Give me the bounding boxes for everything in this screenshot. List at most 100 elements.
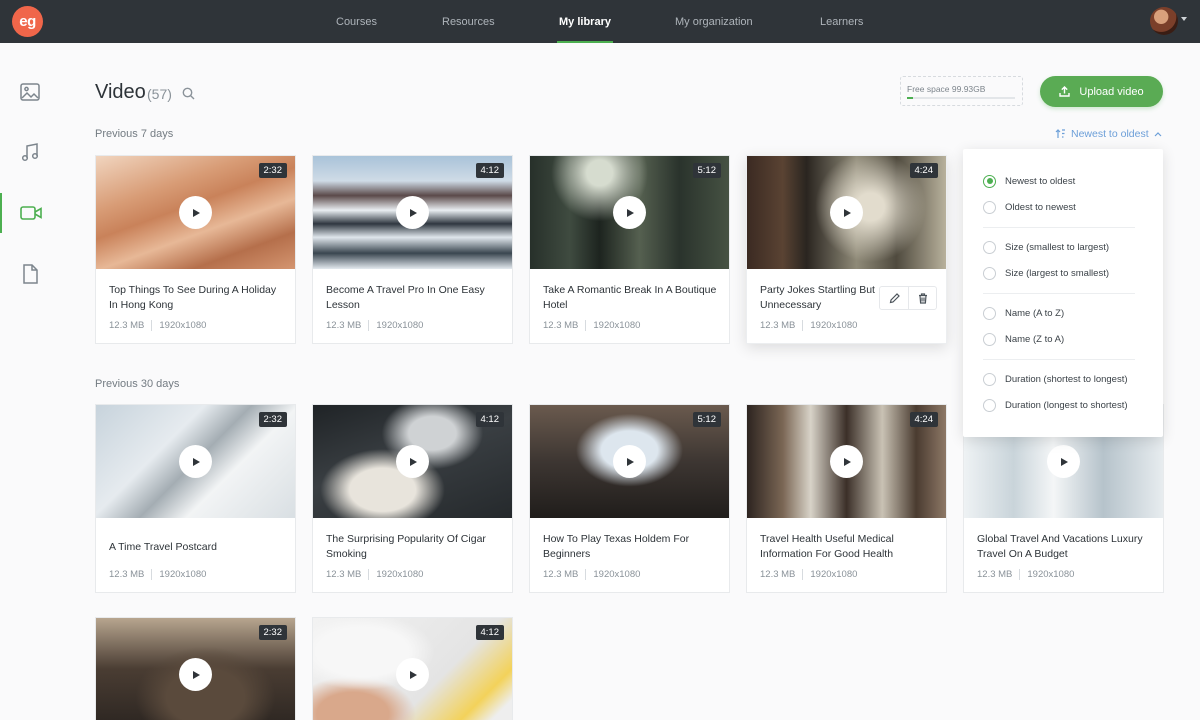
- video-thumbnail[interactable]: 2:32: [96, 405, 295, 518]
- play-button[interactable]: [179, 196, 212, 229]
- media-type-sidebar: [0, 43, 60, 720]
- resolution: 1920x1080: [593, 320, 641, 331]
- play-button[interactable]: [613, 196, 646, 229]
- video-thumbnail[interactable]: 2:32: [96, 618, 295, 720]
- duration-badge: 4:12: [475, 412, 504, 427]
- play-button[interactable]: [613, 445, 646, 478]
- radio[interactable]: [983, 306, 996, 320]
- radio[interactable]: [983, 266, 996, 280]
- play-button[interactable]: [830, 445, 863, 478]
- nav-my-library[interactable]: My library: [557, 0, 613, 43]
- file-size: 12.3 MB: [977, 569, 1013, 580]
- radio[interactable]: [983, 398, 996, 412]
- image-icon: [20, 83, 40, 101]
- sidebar-item-audio[interactable]: [0, 132, 60, 172]
- file-size: 12.3 MB: [543, 569, 579, 580]
- video-card[interactable]: 2:32: [95, 617, 296, 720]
- chevron-up-icon: [1154, 132, 1162, 137]
- sidebar-item-documents[interactable]: [0, 254, 60, 294]
- user-avatar[interactable]: [1150, 7, 1178, 35]
- video-thumbnail[interactable]: 4:12: [313, 618, 512, 720]
- play-button[interactable]: [396, 445, 429, 478]
- nav-resources[interactable]: Resources: [442, 0, 495, 43]
- video-card[interactable]: 4:12 Become A Travel Pro In One Easy Les…: [312, 155, 513, 344]
- sort-label: Newest to oldest: [1071, 128, 1149, 140]
- play-icon: [410, 208, 417, 217]
- resolution: 1920x1080: [159, 320, 207, 331]
- sort-option-name-asc[interactable]: Name (A to Z): [983, 305, 1064, 321]
- sort-option-name-desc[interactable]: Name (Z to A): [983, 331, 1064, 347]
- video-thumbnail[interactable]: 2:32: [96, 156, 295, 269]
- duration-badge: 2:32: [258, 412, 287, 427]
- section-heading-recent: Previous 7 days: [95, 128, 174, 140]
- video-title[interactable]: The Surprising Popularity Of Cigar Smoki…: [326, 532, 501, 562]
- file-size: 12.3 MB: [109, 569, 145, 580]
- upload-video-label: Upload video: [1079, 85, 1144, 98]
- sort-option-duration-asc[interactable]: Duration (shortest to longest): [983, 371, 1128, 387]
- page-title: Video: [95, 81, 146, 103]
- delete-button[interactable]: [908, 287, 936, 309]
- video-thumbnail[interactable]: 4:24: [747, 156, 946, 269]
- video-thumbnail[interactable]: 4:24: [747, 405, 946, 518]
- play-icon: [627, 208, 634, 217]
- video-card[interactable]: 5:12 Take A Romantic Break In A Boutique…: [529, 155, 730, 344]
- video-thumbnail[interactable]: 5:12: [530, 405, 729, 518]
- video-card[interactable]: 4:12: [312, 617, 513, 720]
- video-card[interactable]: 4:12 The Surprising Popularity Of Cigar …: [312, 404, 513, 593]
- radio[interactable]: [983, 332, 996, 346]
- sort-toggle[interactable]: Newest to oldest: [1055, 128, 1162, 140]
- video-card[interactable]: 5:12 How To Play Texas Holdem For Beginn…: [529, 404, 730, 593]
- sidebar-item-images[interactable]: [0, 72, 60, 112]
- play-button[interactable]: [1047, 445, 1080, 478]
- radio-selected[interactable]: [983, 174, 996, 188]
- play-button[interactable]: [396, 196, 429, 229]
- play-button[interactable]: [179, 658, 212, 691]
- sidebar-item-video[interactable]: [0, 193, 60, 233]
- video-title[interactable]: Travel Health Useful Medical Information…: [760, 532, 935, 562]
- video-title[interactable]: Top Things To See During A Holiday In Ho…: [109, 283, 284, 313]
- nav-learners[interactable]: Learners: [820, 0, 863, 43]
- resolution: 1920x1080: [810, 320, 858, 331]
- play-icon: [1061, 457, 1068, 466]
- video-title[interactable]: How To Play Texas Holdem For Beginners: [543, 532, 718, 562]
- video-thumbnail[interactable]: 5:12: [530, 156, 729, 269]
- video-card[interactable]: 4:24 Party Jokes Startling But Unnecessa…: [746, 155, 947, 344]
- upload-video-button[interactable]: Upload video: [1040, 76, 1163, 107]
- chevron-down-icon[interactable]: [1181, 17, 1187, 21]
- sort-icon: [1055, 129, 1065, 138]
- video-thumbnail[interactable]: 4:12: [313, 405, 512, 518]
- video-title[interactable]: Party Jokes Startling But Unnecessary: [760, 283, 878, 313]
- duration-badge: 5:12: [692, 163, 721, 178]
- search-icon[interactable]: [182, 87, 195, 100]
- play-button[interactable]: [830, 196, 863, 229]
- radio[interactable]: [983, 372, 996, 386]
- edit-button[interactable]: [880, 287, 908, 309]
- play-button[interactable]: [179, 445, 212, 478]
- duration-badge: 5:12: [692, 412, 721, 427]
- sort-option-duration-desc[interactable]: Duration (longest to shortest): [983, 397, 1128, 413]
- eg-logo[interactable]: eg: [12, 6, 43, 37]
- play-button[interactable]: [396, 658, 429, 691]
- video-thumbnail[interactable]: 4:12: [313, 156, 512, 269]
- resolution: 1920x1080: [376, 569, 424, 580]
- top-navigation-bar: eg Courses Resources My library My organ…: [0, 0, 1200, 43]
- sort-option-size-desc[interactable]: Size (largest to smallest): [983, 265, 1109, 281]
- nav-courses[interactable]: Courses: [336, 0, 377, 43]
- sort-option-newest[interactable]: Newest to oldest: [983, 173, 1075, 189]
- sort-option-label: Duration (shortest to longest): [1005, 373, 1128, 385]
- video-title[interactable]: Take A Romantic Break In A Boutique Hote…: [543, 283, 718, 313]
- sort-option-label: Size (smallest to largest): [1005, 241, 1110, 253]
- video-title[interactable]: A Time Travel Postcard: [109, 540, 284, 555]
- video-title[interactable]: Global Travel And Vacations Luxury Trave…: [977, 532, 1152, 562]
- video-card[interactable]: 4:24 Travel Health Useful Medical Inform…: [746, 404, 947, 593]
- sort-option-size-asc[interactable]: Size (smallest to largest): [983, 239, 1109, 255]
- sort-option-oldest[interactable]: Oldest to newest: [983, 199, 1076, 215]
- radio[interactable]: [983, 240, 996, 254]
- video-title[interactable]: Become A Travel Pro In One Easy Lesson: [326, 283, 501, 313]
- video-card[interactable]: 2:32 Top Things To See During A Holiday …: [95, 155, 296, 344]
- nav-my-organization[interactable]: My organization: [675, 0, 753, 43]
- file-size: 12.3 MB: [326, 569, 362, 580]
- video-card[interactable]: 2:32 A Time Travel Postcard 12.3 MB 1920x…: [95, 404, 296, 593]
- radio[interactable]: [983, 200, 996, 214]
- sort-option-label: Oldest to newest: [1005, 201, 1076, 213]
